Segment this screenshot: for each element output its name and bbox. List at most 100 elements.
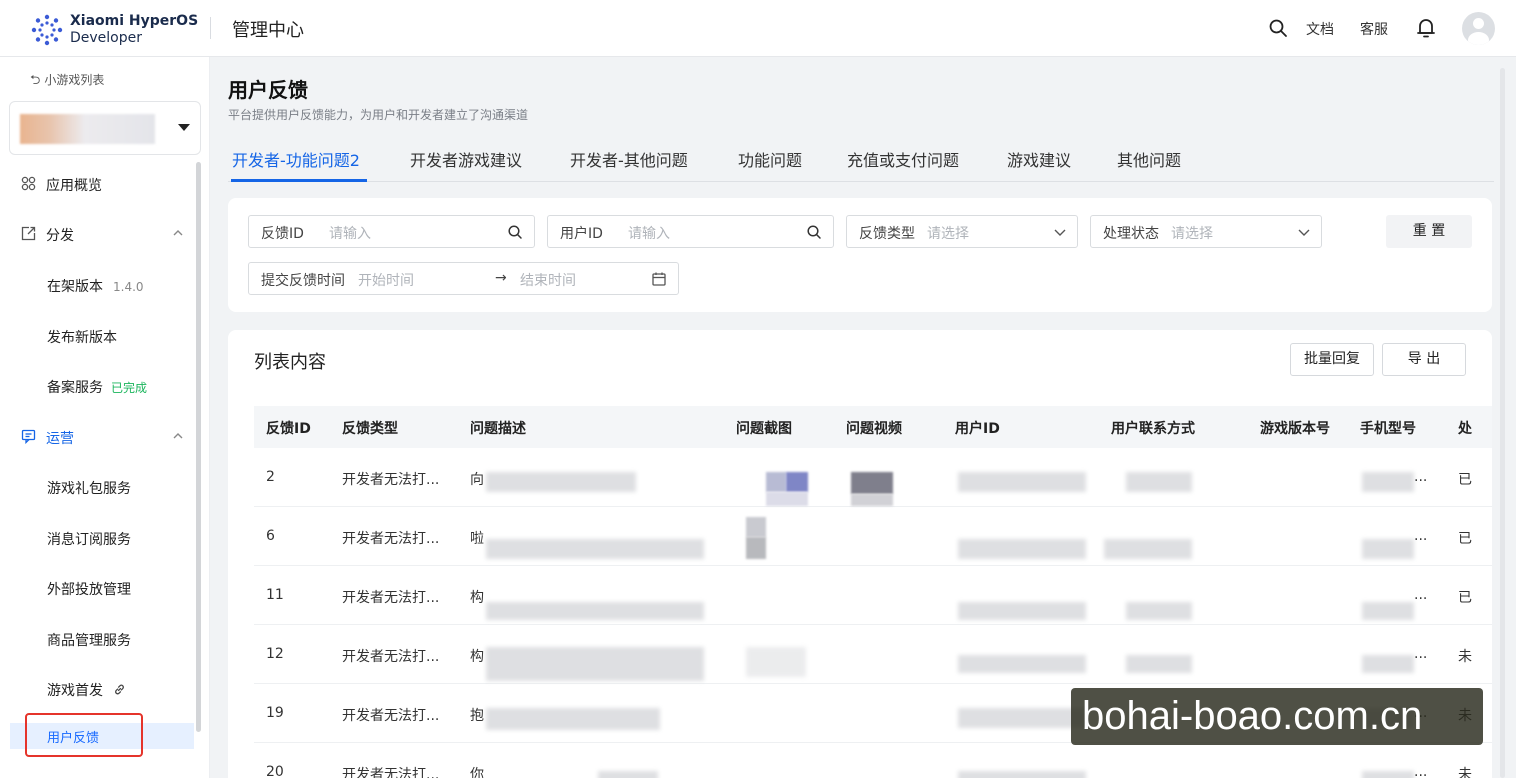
field-placeholder: 请输入 <box>329 226 371 242</box>
column-header[interactable]: 用户ID <box>955 418 1000 438</box>
cell-type: 开发者无法打... <box>342 590 440 606</box>
sidebar-item-label: 商品管理服务 <box>47 633 131 649</box>
column-header[interactable]: 处 <box>1458 418 1472 438</box>
sidebar-item-ads[interactable]: 外部投放管理 <box>0 573 200 603</box>
column-header[interactable]: 反馈ID <box>266 418 311 438</box>
app-selector[interactable] <box>9 101 201 155</box>
support-link[interactable]: 客服 <box>1360 19 1388 39</box>
redacted-text <box>486 539 704 559</box>
watermark-text: bohai-boao.com.cn <box>1082 694 1423 738</box>
table-row[interactable]: 6 开发者无法打... 啦 ... 已 <box>254 507 1492 566</box>
redacted-contact <box>1126 472 1192 492</box>
table-row[interactable]: 11 开发者无法打... 构 ... 已 <box>254 566 1492 625</box>
cell-id: 2 <box>266 469 275 485</box>
screenshot-thumb[interactable] <box>766 472 786 492</box>
feedback-id-input[interactable]: 反馈ID 请输入 <box>248 215 535 248</box>
cell-id: 12 <box>266 646 284 662</box>
tab-payment-issues[interactable]: 充值或支付问题 <box>847 147 959 171</box>
video-thumb[interactable] <box>851 472 893 494</box>
column-header[interactable]: 手机型号 <box>1360 418 1416 438</box>
table-row[interactable]: 2 开发者无法打... 向 ... 已 <box>254 448 1492 507</box>
tab-function-issues[interactable]: 功能问题 <box>738 147 802 171</box>
cell-type: 开发者无法打... <box>342 531 440 547</box>
feedback-type-select[interactable]: 反馈类型 请选择 <box>846 215 1078 248</box>
chevron-up-icon <box>173 433 183 439</box>
screenshot-thumb[interactable] <box>746 647 806 677</box>
column-header[interactable]: 用户联系方式 <box>1111 418 1195 438</box>
logo[interactable]: Xiaomi HyperOS Developer <box>30 12 198 48</box>
redacted-model <box>1362 539 1414 559</box>
cell-status: 已 <box>1458 472 1472 488</box>
app-name-redacted <box>20 114 155 144</box>
sidebar-item-goods[interactable]: 商品管理服务 <box>0 624 200 654</box>
sidebar-item-live-version[interactable]: 在架版本 1.4.0 <box>0 270 200 300</box>
batch-reply-button[interactable]: 批量回复 <box>1290 343 1374 376</box>
search-icon[interactable] <box>507 224 523 240</box>
chevron-up-icon <box>173 230 183 236</box>
search-icon[interactable] <box>806 224 822 240</box>
tab-game-suggestions[interactable]: 游戏建议 <box>1007 147 1071 171</box>
tab-dev-function-issues[interactable]: 开发者-功能问题2 <box>232 147 360 171</box>
calendar-icon[interactable] <box>651 271 667 287</box>
cell-status: 已 <box>1458 590 1472 606</box>
sidebar-item-subscription[interactable]: 消息订阅服务 <box>0 523 200 553</box>
export-button[interactable]: 导 出 <box>1382 343 1466 376</box>
sidebar-item-overview[interactable]: 应用概览 <box>0 169 200 199</box>
link-icon <box>115 684 125 695</box>
version-badge: 1.4.0 <box>113 280 144 294</box>
redacted-contact <box>1104 539 1192 559</box>
field-label: 处理状态 <box>1103 226 1159 242</box>
sidebar-item-label: 游戏首发 <box>47 683 103 699</box>
column-header[interactable]: 问题截图 <box>736 418 792 438</box>
cell-status: 已 <box>1458 531 1472 547</box>
redacted-contact <box>1126 602 1192 620</box>
sidebar: ⮌ 小游戏列表 应用概览 分发 在架版本 1.4.0 发布新版本 备案服务 已完成 运… <box>0 57 210 778</box>
sidebar-item-label-wrap: 游戏首发 <box>47 680 126 700</box>
list-title: 列表内容 <box>254 352 326 373</box>
end-time-placeholder[interactable]: 结束时间 <box>520 270 576 290</box>
column-header[interactable]: 问题描述 <box>470 418 526 438</box>
screenshot-thumb[interactable] <box>746 517 766 537</box>
sidebar-item-publish-version[interactable]: 发布新版本 <box>0 321 200 351</box>
user-id-input[interactable]: 用户ID 请输入 <box>547 215 834 248</box>
sidebar-item-launch[interactable]: 游戏首发 <box>0 674 200 704</box>
cell-model-ellipsis: ... <box>1414 469 1428 485</box>
sidebar-group-distribution[interactable]: 分发 <box>0 219 200 249</box>
tab-dev-game-suggestions[interactable]: 开发者游戏建议 <box>410 147 522 171</box>
cell-type: 开发者无法打... <box>342 472 440 488</box>
brand-name: Xiaomi HyperOS <box>70 13 199 29</box>
screenshot-thumb[interactable] <box>786 472 808 492</box>
submit-time-range[interactable]: 提交反馈时间 开始时间 → 结束时间 <box>248 262 679 295</box>
table-row[interactable]: 12 开发者无法打... 构 ... 未 <box>254 625 1492 684</box>
sidebar-item-filing[interactable]: 备案服务 已完成 <box>0 371 200 401</box>
watermark: bohai-boao.com.cn <box>1071 688 1483 745</box>
tab-dev-other-issues[interactable]: 开发者-其他问题 <box>570 147 688 171</box>
table-row[interactable]: 20 开发者无法打... 你 ... 未 <box>254 743 1492 778</box>
sidebar-scrollbar[interactable] <box>196 162 201 732</box>
sidebar-group-operations[interactable]: 运营 <box>0 422 200 452</box>
docs-link[interactable]: 文档 <box>1306 19 1334 39</box>
search-icon[interactable] <box>1268 18 1288 38</box>
grid-icon <box>21 176 36 191</box>
back-to-game-list[interactable]: ⮌ 小游戏列表 <box>30 71 104 93</box>
tab-other-issues[interactable]: 其他问题 <box>1117 147 1181 171</box>
video-thumb[interactable] <box>851 494 893 506</box>
column-header[interactable]: 反馈类型 <box>342 418 398 438</box>
cell-model-ellipsis: ... <box>1414 528 1428 544</box>
avatar[interactable] <box>1462 12 1495 45</box>
topbar-divider <box>210 17 211 39</box>
bell-icon[interactable] <box>1416 17 1436 39</box>
column-header[interactable]: 问题视频 <box>846 418 902 438</box>
start-time-placeholder[interactable]: 开始时间 <box>358 270 414 290</box>
reset-button[interactable]: 重 置 <box>1386 215 1472 248</box>
column-header[interactable]: 游戏版本号 <box>1260 418 1330 438</box>
field-placeholder: 请选择 <box>927 226 969 242</box>
redacted-user-id <box>958 708 1086 728</box>
status-select[interactable]: 处理状态 请选择 <box>1090 215 1322 248</box>
sidebar-item-gift-pack[interactable]: 游戏礼包服务 <box>0 472 200 502</box>
main-scrollbar[interactable] <box>1500 68 1505 778</box>
screenshot-thumb[interactable] <box>766 492 808 506</box>
field-label: 反馈ID <box>261 226 304 242</box>
screenshot-thumb[interactable] <box>746 537 766 559</box>
cell-desc: 向 <box>470 472 484 488</box>
